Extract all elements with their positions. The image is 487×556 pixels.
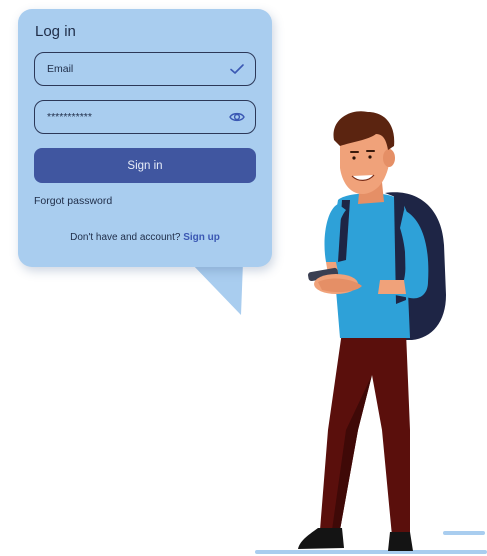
ground-line — [443, 531, 485, 535]
trousers — [320, 332, 410, 536]
right-shoe — [388, 532, 413, 551]
illustration-scene: Log in Email *********** Sign in Forgot … — [0, 0, 487, 556]
person-illustration — [255, 111, 487, 554]
ground-line — [255, 550, 487, 554]
left-shoe — [298, 528, 344, 549]
